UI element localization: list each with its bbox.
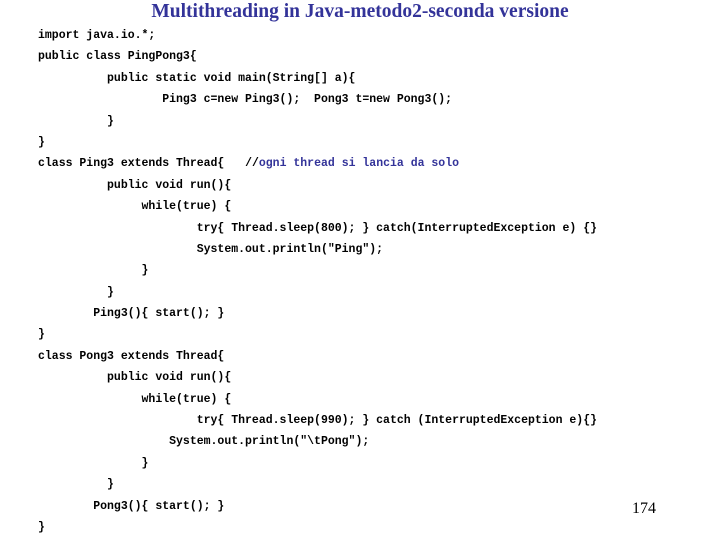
code-line-text: } (38, 478, 114, 492)
code-line: class Pong3 extends Thread{ (0, 346, 720, 367)
code-line-text: import java.io.*; (38, 29, 156, 42)
code-line-text: Ping3 c=new Ping3(); Pong3 t=new Pong3()… (38, 93, 453, 107)
code-line: while(true) { (0, 389, 720, 410)
code-line: Ping3 c=new Ping3(); Pong3 t=new Pong3()… (0, 89, 720, 110)
code-line: System.out.println("\tPong"); (0, 431, 720, 452)
code-line: public static void main(String[] a){ (0, 68, 720, 89)
code-line: } (0, 132, 720, 153)
code-comment-gap (224, 157, 245, 170)
code-line: Pong3(){ start(); } (0, 496, 720, 517)
code-line-text: } (38, 328, 45, 342)
code-comment-text: ogni thread si lancia da solo (258, 157, 460, 171)
code-line-text: public void run(){ (38, 178, 232, 192)
code-line-text: while(true) { (38, 392, 232, 406)
page-title: Multithreading in Java-metodo2-seconda v… (151, 1, 569, 22)
code-line-text: try{ Thread.sleep(990); } catch (Interru… (38, 414, 597, 428)
code-line-text: public static void main(String[] a){ (38, 71, 356, 85)
code-line: import java.io.*; (0, 25, 720, 46)
code-line-text: try{ Thread.sleep(800); } catch(Interrup… (38, 221, 597, 235)
code-line-text: } (38, 520, 45, 534)
page-number: 174 (632, 500, 656, 517)
code-line-text: System.out.println("\tPong"); (38, 435, 370, 449)
code-line-text: } (38, 114, 114, 128)
code-line-text: public void run(){ (38, 371, 232, 385)
code-line-text: } (38, 456, 149, 470)
code-line: public void run(){ (0, 367, 720, 388)
code-line-text: class Pong3 extends Thread{ (38, 349, 225, 363)
code-line: } (0, 260, 720, 281)
code-line-text: System.out.println("Ping"); (38, 242, 384, 256)
code-line: } (0, 324, 720, 345)
code-line: try{ Thread.sleep(800); } catch(Interrup… (0, 218, 720, 239)
code-line: class Ping3 extends Thread{ //ogni threa… (0, 153, 720, 174)
code-line: while(true) { (0, 196, 720, 217)
code-line: public void run(){ (0, 175, 720, 196)
code-line: } (0, 474, 720, 495)
code-line-text: } (38, 264, 149, 278)
code-line-text: public class PingPong3{ (38, 50, 197, 64)
code-line: } (0, 453, 720, 474)
code-line-text: class Ping3 extends Thread{ (38, 157, 225, 171)
code-line-text: } (38, 285, 114, 299)
code-line: System.out.println("Ping"); (0, 239, 720, 260)
code-line: } (0, 111, 720, 132)
code-line: } (0, 282, 720, 303)
code-line-text: while(true) { (38, 200, 232, 214)
code-line: try{ Thread.sleep(990); } catch (Interru… (0, 410, 720, 431)
code-block: import java.io.*; public class PingPong3{… (0, 25, 720, 538)
slide-canvas: Multithreading in Java-metodo2-seconda v… (0, 0, 720, 540)
code-line: } (0, 517, 720, 538)
code-comment-marker: // (245, 157, 259, 171)
code-line: public class PingPong3{ (0, 46, 720, 67)
code-line: Ping3(){ start(); } (0, 303, 720, 324)
code-line-text: Pong3(){ start(); } (38, 499, 225, 513)
code-line-text: } (38, 135, 45, 149)
code-line-text: Ping3(){ start(); } (38, 307, 225, 321)
